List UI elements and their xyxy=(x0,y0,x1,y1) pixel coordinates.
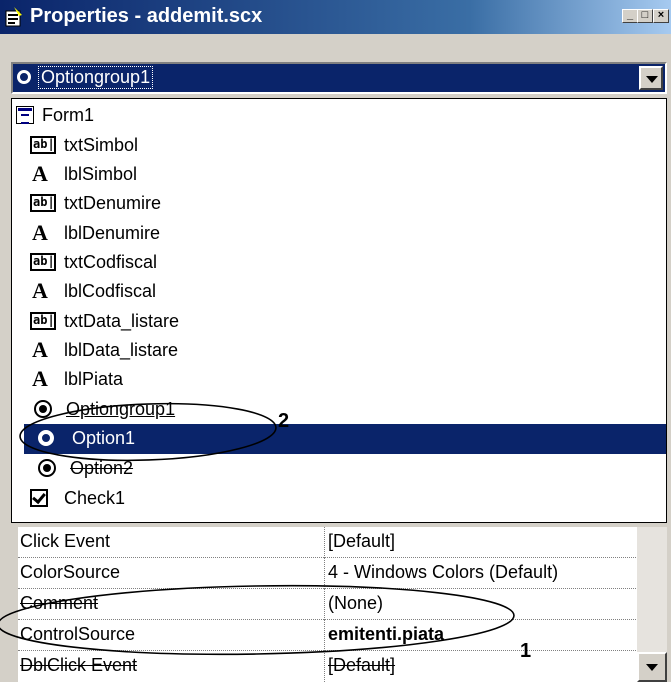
list-item[interactable]: ab| txtDenumire xyxy=(12,189,666,218)
property-name: Click Event xyxy=(20,531,111,551)
list-item[interactable]: A lblSimbol xyxy=(12,160,666,189)
label-icon: A xyxy=(32,220,48,245)
list-item[interactable]: A lblPiata xyxy=(12,365,666,394)
option-icon xyxy=(17,70,31,84)
form-icon xyxy=(16,106,34,124)
textbox-icon: ab| xyxy=(30,136,56,154)
list-item[interactable]: A lblCodfiscal xyxy=(12,277,666,306)
label-icon: A xyxy=(32,337,48,362)
properties-window-icon xyxy=(5,7,22,27)
list-item[interactable]: Optiongroup1 xyxy=(12,395,666,424)
optiongroup-icon xyxy=(34,400,52,418)
label-icon: A xyxy=(32,366,48,391)
option-icon xyxy=(38,430,54,446)
list-item[interactable]: Check1 xyxy=(12,484,666,513)
list-item[interactable]: A lblDenumire xyxy=(12,219,666,248)
textbox-icon: ab| xyxy=(30,312,56,330)
close-icon: × xyxy=(657,9,665,21)
property-value[interactable]: 4 - Windows Colors (Default) xyxy=(328,562,628,583)
property-value[interactable]: [Default] xyxy=(328,655,628,676)
property-row[interactable]: DblClick Event [Default] xyxy=(18,651,638,682)
window-title: Properties - addemit.scx xyxy=(30,5,263,27)
list-item[interactable]: A lblData_listare xyxy=(12,336,666,365)
property-value[interactable]: emitenti.piata xyxy=(328,624,628,645)
annotation-number-2: 2 xyxy=(278,410,290,432)
list-item[interactable]: Form1 xyxy=(12,101,666,130)
option-icon xyxy=(38,459,56,477)
list-item-selected[interactable]: Option1 xyxy=(24,424,666,454)
checkbox-icon xyxy=(30,489,48,507)
properties-grid: Click Event [Default] ColorSource 4 - Wi… xyxy=(18,527,667,682)
list-item[interactable]: Option2 xyxy=(12,454,666,483)
textbox-icon: ab| xyxy=(30,194,56,212)
label-icon: A xyxy=(32,278,48,303)
minimize-button[interactable]: _ xyxy=(622,9,638,23)
close-button[interactable]: × xyxy=(653,9,669,23)
property-name: DblClick Event xyxy=(20,655,138,675)
object-selector-value: Optiongroup1 xyxy=(37,66,154,89)
maximize-icon: □ xyxy=(641,9,649,21)
list-item[interactable]: ab| txtSimbol xyxy=(12,131,666,160)
object-selector[interactable]: Optiongroup1 xyxy=(11,62,667,94)
property-row[interactable]: Click Event [Default] xyxy=(18,527,638,558)
title-bar: Properties - addemit.scx _ □ × xyxy=(0,0,671,34)
property-row[interactable]: ControlSource emitenti.piata xyxy=(18,620,638,651)
property-name: ColorSource xyxy=(20,562,121,582)
chevron-down-icon[interactable] xyxy=(639,66,663,90)
textbox-icon: ab| xyxy=(30,253,56,271)
property-name: ControlSource xyxy=(20,624,136,644)
property-value[interactable]: (None) xyxy=(328,593,628,614)
scroll-down-icon[interactable] xyxy=(637,652,667,682)
minimize-icon: _ xyxy=(626,9,634,21)
list-item[interactable]: ab| txtData_listare xyxy=(12,307,666,336)
property-name: Comment xyxy=(20,593,99,613)
object-list: Form1 ab| txtSimbol A lblSimbol ab| txtD… xyxy=(11,98,667,523)
maximize-button[interactable]: □ xyxy=(637,9,653,23)
property-row[interactable]: Comment (None) xyxy=(18,589,638,620)
label-icon: A xyxy=(32,161,48,186)
property-row[interactable]: ColorSource 4 - Windows Colors (Default) xyxy=(18,558,638,589)
list-item[interactable]: ab| txtCodfiscal xyxy=(12,248,666,277)
property-value[interactable]: [Default] xyxy=(328,531,628,552)
annotation-number-1: 1 xyxy=(520,640,532,662)
